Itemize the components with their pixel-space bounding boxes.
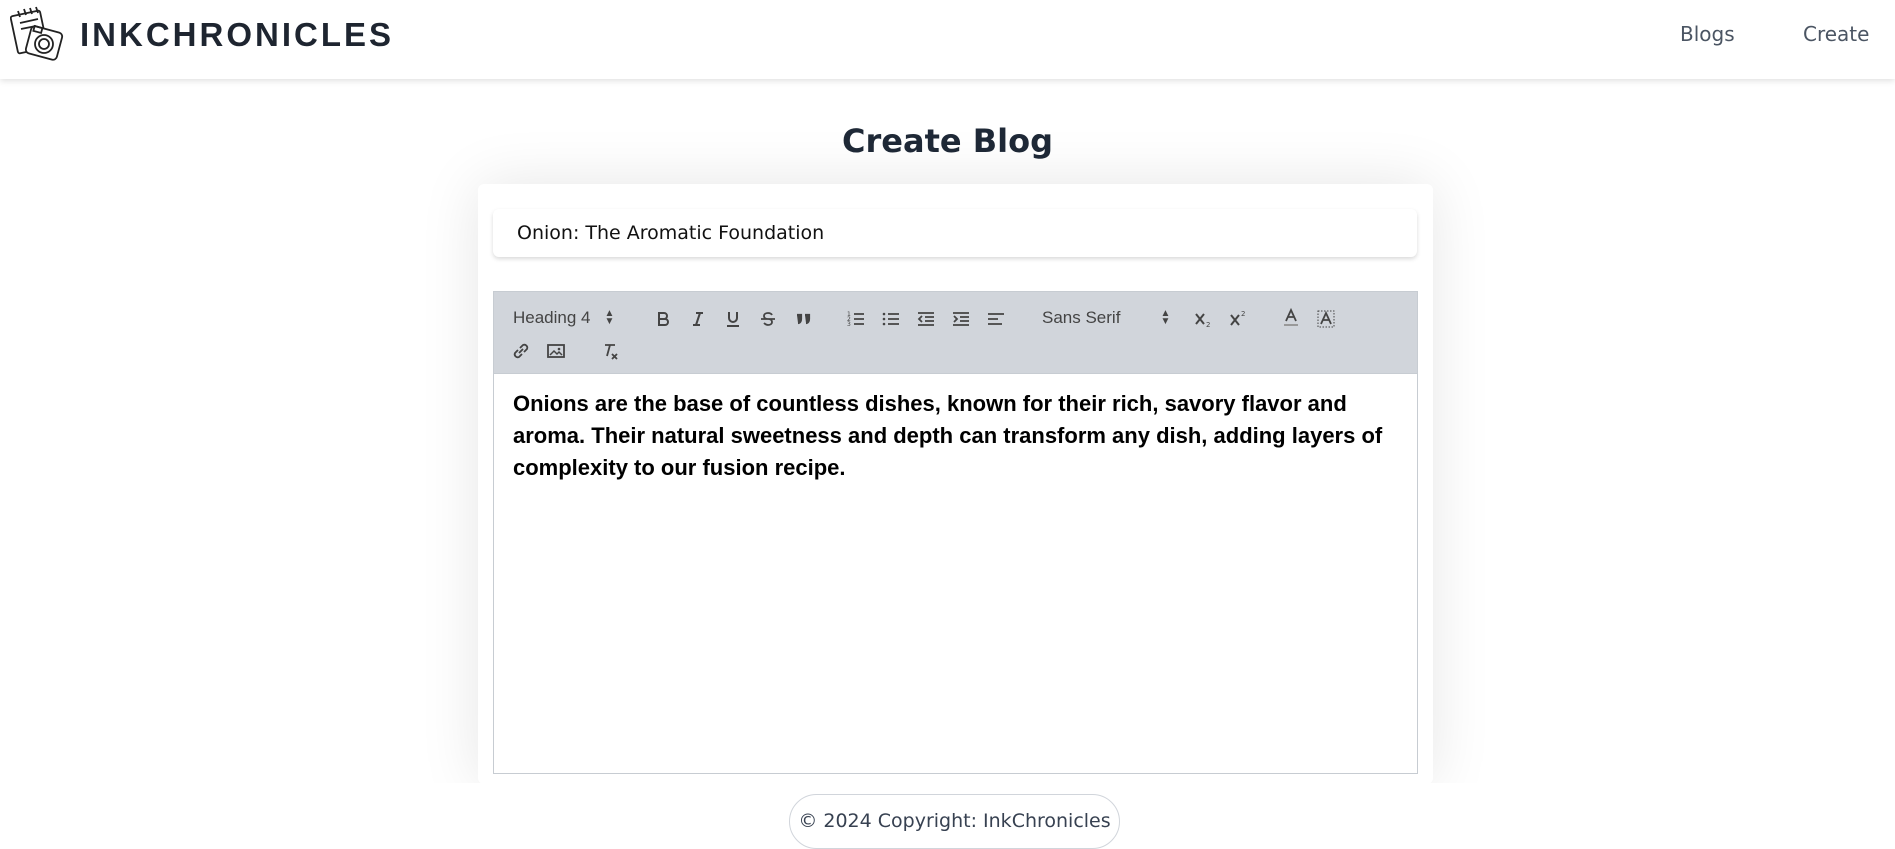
underline-button[interactable] [721, 307, 745, 331]
strike-button[interactable] [756, 307, 780, 331]
ordered-list-button[interactable]: 123 [844, 307, 868, 331]
blog-title-input[interactable] [493, 209, 1417, 257]
align-left-icon [988, 313, 1004, 325]
brand[interactable]: INKCHRONICLES [10, 5, 394, 65]
superscript-button[interactable]: 2 [1226, 307, 1250, 331]
header-picker[interactable]: Heading 4 ▲ ▼ [513, 308, 614, 328]
indent-icon [953, 312, 969, 326]
editor-toolbar: Heading 4 ▲ ▼ 123 Sans Serif ▲ ▼ 2 2 [493, 291, 1418, 374]
font-picker[interactable]: Sans Serif ▲ ▼ [1042, 308, 1170, 328]
svg-text:2: 2 [1206, 321, 1210, 329]
page-title: Create Blog [842, 122, 1053, 160]
create-blog-card: Heading 4 ▲▼ 123 [478, 184, 1433, 784]
header-picker-label: Heading 4 [513, 308, 591, 327]
text-color-button[interactable] [1279, 305, 1303, 329]
svg-text:3: 3 [847, 321, 851, 328]
text-color-icon [1284, 307, 1298, 326]
ordered-list-icon: 123 [847, 311, 864, 328]
highlight-color-icon [1317, 310, 1335, 328]
quote-icon [797, 313, 811, 325]
clear-formatting-button[interactable] [599, 339, 623, 363]
svg-text:2: 2 [1241, 310, 1245, 318]
outdent-button[interactable] [914, 307, 938, 331]
superscript-icon: 2 [1230, 310, 1245, 326]
bullet-list-button[interactable] [879, 307, 903, 331]
copyright-badge: © 2024 Copyright: InkChronicles [789, 794, 1120, 849]
strikethrough-icon [761, 312, 775, 326]
picker-arrows-icon: ▲ ▼ [604, 308, 615, 327]
top-navbar: INKCHRONICLES Blogs Create [0, 0, 1895, 79]
clear-format-icon [605, 344, 618, 360]
italic-button[interactable] [686, 307, 710, 331]
brand-name: INKCHRONICLES [80, 16, 395, 53]
picker-arrows-icon: ▲ ▼ [1160, 308, 1171, 327]
italic-icon [693, 312, 703, 326]
nav-link-blogs[interactable]: Blogs [1680, 22, 1740, 46]
nav-link-create[interactable]: Create [1803, 22, 1873, 46]
image-button[interactable] [544, 339, 568, 363]
link-icon [513, 343, 529, 359]
image-icon [547, 344, 565, 358]
link-button[interactable] [509, 339, 533, 363]
subscript-button[interactable]: 2 [1191, 307, 1215, 331]
bold-button[interactable] [651, 307, 675, 331]
font-picker-label: Sans Serif [1042, 308, 1121, 327]
align-button[interactable] [984, 307, 1008, 331]
bullet-list-icon [882, 312, 899, 326]
editor-content-heading: Onions are the base of countless dishes,… [513, 391, 1383, 480]
underline-icon [727, 312, 739, 327]
outdent-icon [917, 312, 934, 326]
bold-icon [658, 312, 669, 326]
blockquote-button[interactable] [791, 307, 815, 331]
rich-text-editor[interactable]: Onions are the base of countless dishes,… [493, 374, 1418, 774]
background-color-button[interactable] [1314, 307, 1338, 331]
indent-button[interactable] [949, 307, 973, 331]
camera-notebook-logo-icon [10, 6, 64, 61]
subscript-icon: 2 [1195, 313, 1210, 329]
